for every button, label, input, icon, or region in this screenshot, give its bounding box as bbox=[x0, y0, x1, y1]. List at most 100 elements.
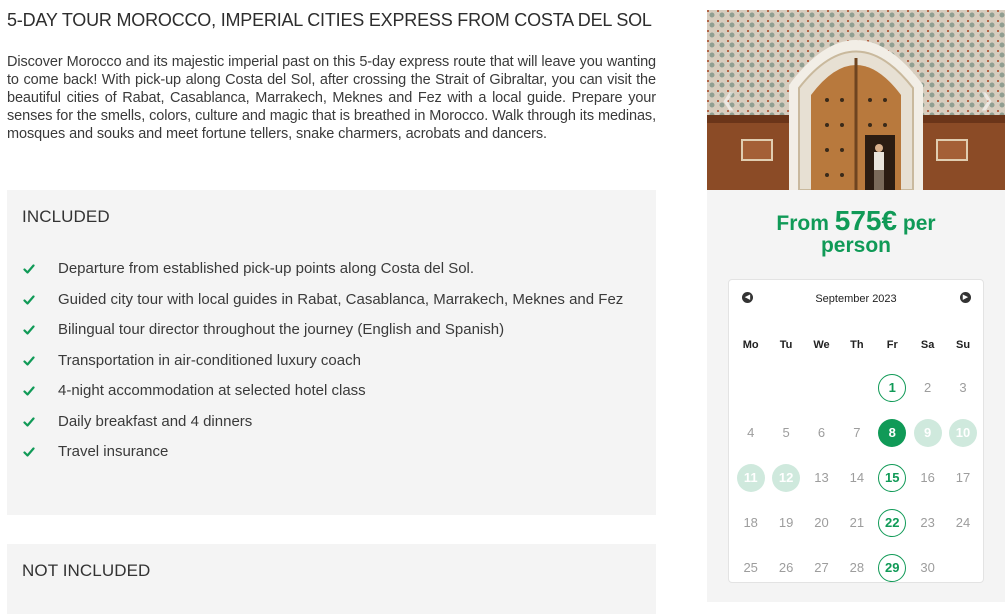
calendar-day: 26 bbox=[768, 545, 803, 590]
calendar-day-number: 11 bbox=[736, 463, 765, 492]
calendar-day-number: 9 bbox=[913, 418, 942, 447]
calendar-day-avail[interactable]: 29 bbox=[875, 545, 910, 590]
calendar-day-number: 28 bbox=[849, 560, 865, 575]
booking-panel: ❮ ❯ From 575€ per person ◀ September 202… bbox=[707, 10, 1005, 602]
calendar-empty-cell bbox=[804, 365, 839, 410]
weekday-label: Tu bbox=[779, 339, 793, 351]
weekday-label: Mo bbox=[742, 339, 759, 351]
calendar-day-number: 20 bbox=[814, 515, 829, 530]
price-label: From 575€ per person bbox=[707, 207, 1005, 257]
price-amount: 575€ bbox=[834, 205, 898, 236]
calendar-day: 23 bbox=[910, 500, 945, 545]
calendar-day-avail[interactable]: 15 bbox=[875, 455, 910, 500]
slide-next-icon[interactable]: ❯ bbox=[979, 90, 994, 111]
calendar-day: 27 bbox=[804, 545, 839, 590]
included-item: Departure from established pick-up point… bbox=[7, 258, 656, 280]
calendar-day-number: 14 bbox=[849, 470, 865, 485]
chevron-right-icon[interactable]: ▶ bbox=[960, 292, 971, 303]
check-icon bbox=[23, 355, 35, 366]
calendar-day: 16 bbox=[910, 455, 945, 500]
included-item-label: Transportation in air-conditioned luxury… bbox=[58, 351, 361, 369]
check-icon bbox=[23, 294, 35, 305]
calendar-empty-cell bbox=[733, 365, 768, 410]
not-included-title[interactable]: NOT INCLUDED bbox=[22, 561, 150, 581]
included-item: 4-night accommodation at selected hotel … bbox=[7, 380, 656, 402]
calendar-day-number: 25 bbox=[743, 560, 758, 575]
included-list: Departure from established pick-up point… bbox=[7, 258, 656, 472]
included-item-label: Guided city tour with local guides in Ra… bbox=[58, 290, 624, 308]
calendar-day-number: 6 bbox=[817, 425, 826, 440]
calendar-day-number: 26 bbox=[778, 560, 794, 575]
weekday-header: Mo Tu We Th Fr Sa Su bbox=[733, 339, 981, 351]
calendar-day-number: 1 bbox=[878, 373, 907, 402]
calendar-day-range: 12 bbox=[768, 455, 803, 500]
calendar-day-avail[interactable]: 1 bbox=[875, 365, 910, 410]
calendar-day: 17 bbox=[945, 455, 980, 500]
calendar-day: 13 bbox=[804, 455, 839, 500]
check-icon bbox=[23, 386, 35, 396]
calendar-day-range: 9 bbox=[910, 410, 945, 455]
calendar-day-number: 12 bbox=[772, 463, 801, 492]
included-item-label: Bilingual tour director throughout the j… bbox=[58, 321, 505, 338]
included-item: Bilingual tour director throughout the j… bbox=[7, 319, 656, 341]
calendar-day: 4 bbox=[733, 410, 768, 455]
included-item-label: Departure from established pick-up point… bbox=[58, 260, 475, 277]
calendar-day-selected[interactable]: 8 bbox=[875, 410, 910, 455]
included-item-label: 4-night accommodation at selected hotel … bbox=[58, 382, 366, 399]
calendar-day: 18 bbox=[733, 500, 768, 545]
calendar-day-number: 24 bbox=[955, 515, 971, 530]
calendar-day: 2 bbox=[910, 365, 945, 410]
calendar-day-range: 11 bbox=[733, 455, 768, 500]
calendar-day-number: 13 bbox=[814, 470, 829, 485]
calendar-day-number: 16 bbox=[920, 470, 935, 485]
calendar-day-number: 8 bbox=[878, 418, 907, 447]
calendar-day-number: 2 bbox=[924, 380, 932, 395]
medina-door-image bbox=[707, 10, 1005, 190]
calendar-month: September 2023 bbox=[815, 293, 897, 305]
calendar-day-number: 29 bbox=[878, 553, 907, 582]
calendar-day-number: 7 bbox=[853, 425, 861, 440]
calendar-day: 3 bbox=[945, 365, 980, 410]
calendar-day-number: 22 bbox=[878, 508, 907, 537]
calendar-day-number: 17 bbox=[955, 470, 971, 485]
calendar-day: 19 bbox=[768, 500, 803, 545]
included-item-label: Travel insurance bbox=[58, 443, 169, 460]
calendar-day: 20 bbox=[804, 500, 839, 545]
calendar-day-number: 18 bbox=[743, 515, 758, 530]
calendar-day-number: 5 bbox=[782, 425, 790, 440]
calendar-day: 24 bbox=[945, 500, 980, 545]
calendar-day-number: 15 bbox=[878, 463, 907, 492]
calendar-day-number: 23 bbox=[920, 515, 935, 530]
included-title: INCLUDED bbox=[22, 207, 110, 226]
calendar-day: 30 bbox=[910, 545, 945, 590]
calendar-day-number: 27 bbox=[814, 560, 829, 575]
included-item: Guided city tour with local guides in Ra… bbox=[7, 289, 656, 311]
price-person: person bbox=[820, 234, 891, 257]
weekday-label: Th bbox=[850, 339, 864, 351]
weekday-label: Su bbox=[956, 339, 971, 351]
tour-photo[interactable]: ❮ ❯ bbox=[707, 10, 1005, 190]
slide-prev-icon[interactable]: ❮ bbox=[721, 90, 736, 111]
calendar-day-range: 10 bbox=[945, 410, 980, 455]
tour-description: Discover Morocco and its majestic imperi… bbox=[7, 54, 656, 142]
calendar-day: 28 bbox=[839, 545, 874, 590]
check-icon bbox=[23, 416, 35, 427]
calendar-empty-cell bbox=[839, 365, 874, 410]
calendar-day-number: 19 bbox=[778, 515, 794, 530]
calendar-header: ◀ September 2023 ▶ bbox=[729, 280, 983, 316]
calendar-day: 14 bbox=[839, 455, 874, 500]
calendar-day-number: 21 bbox=[849, 515, 865, 530]
calendar-day-number: 4 bbox=[747, 425, 755, 440]
calendar-day: 5 bbox=[768, 410, 803, 455]
weekday-label: Fr bbox=[886, 339, 898, 351]
weekday-label: We bbox=[813, 339, 830, 351]
calendar-empty-cell bbox=[768, 365, 803, 410]
calendar-day: 21 bbox=[839, 500, 874, 545]
calendar-day: 6 bbox=[804, 410, 839, 455]
weekday-label: Sa bbox=[920, 339, 935, 351]
price-per: per bbox=[902, 212, 936, 235]
check-icon bbox=[23, 447, 35, 457]
calendar-day-number: 30 bbox=[920, 560, 935, 575]
calendar-day-avail[interactable]: 22 bbox=[875, 500, 910, 545]
page-title: 5-DAY TOUR MOROCCO, IMPERIAL CITIES EXPR… bbox=[7, 10, 652, 30]
